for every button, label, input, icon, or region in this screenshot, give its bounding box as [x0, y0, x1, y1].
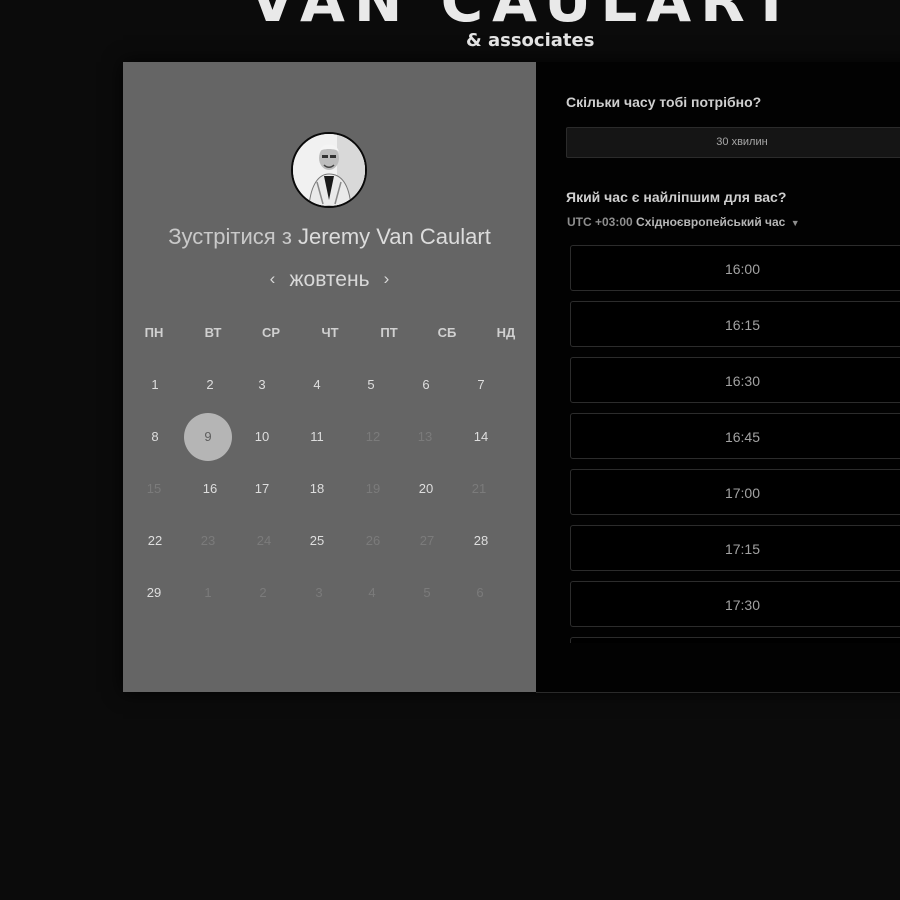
month-label: жовтень	[289, 268, 370, 291]
chevron-right-icon[interactable]: ›	[378, 269, 396, 289]
calendar-day-unavailable: 26	[365, 533, 381, 548]
calendar-day[interactable]: 3	[238, 361, 286, 409]
calendar-day[interactable]: 20	[402, 465, 450, 513]
calendar-day[interactable]: 10	[238, 413, 286, 461]
meeting-prefix: Зустрітися з	[168, 224, 292, 249]
calendar-day-unavailable: 21	[471, 481, 487, 496]
calendar-day[interactable]: 29	[130, 569, 178, 617]
time-question: Який час є найліпшим для вас?	[566, 189, 787, 205]
time-slot-button[interactable]: 16:00	[570, 245, 900, 291]
time-slot-list[interactable]: 16:00 16:15 16:30 16:45 17:00 17:15 17:3…	[570, 245, 900, 643]
calendar-day[interactable]: 25	[293, 517, 341, 565]
calendar-day-unavailable: 24	[256, 533, 272, 548]
weekday-label: НД	[496, 325, 516, 340]
calendar-day[interactable]: 18	[293, 465, 341, 513]
time-slot-button[interactable]: 16:30	[570, 357, 900, 403]
calendar-day-other-month: 3	[315, 585, 323, 600]
calendar-day[interactable]: 8	[131, 413, 179, 461]
calendar-day[interactable]: 17	[238, 465, 286, 513]
time-slot-button-partial[interactable]	[570, 637, 900, 643]
meeting-title: Зустрітися з Jeremy Van Caulart	[123, 224, 536, 250]
calendar-day[interactable]: 11	[293, 413, 341, 461]
month-navigation: ‹ жовтень ›	[123, 268, 536, 292]
host-name: Jeremy Van Caulart	[298, 224, 491, 249]
calendar-day-other-month: 6	[476, 585, 484, 600]
calendar-day[interactable]: 2	[186, 361, 234, 409]
time-slot-button[interactable]: 16:15	[570, 301, 900, 347]
calendar-panel: Зустрітися з Jeremy Van Caulart ‹ жовтень…	[123, 62, 536, 692]
weekday-label: ЧТ	[321, 325, 339, 340]
calendar-day-unavailable: 23	[200, 533, 216, 548]
weekday-label: ВТ	[204, 325, 222, 340]
calendar-day-unavailable: 27	[419, 533, 435, 548]
weekday-header: ПН ВТ СР ЧТ ПТ СБ НД	[123, 325, 536, 345]
calendar-day-unavailable: 13	[417, 429, 433, 444]
duration-question: Скільки часу тобі потрібно?	[566, 94, 762, 110]
calendar-day[interactable]: 14	[457, 413, 505, 461]
chevron-left-icon[interactable]: ‹	[263, 269, 281, 289]
calendar-day[interactable]: 22	[131, 517, 179, 565]
weekday-label: СР	[261, 325, 281, 340]
time-slot-button[interactable]: 17:30	[570, 581, 900, 627]
calendar-day-unavailable: 15	[146, 481, 162, 496]
timezone-offset: UTC +03:00	[567, 215, 633, 229]
scheduler-card: Зустрітися з Jeremy Van Caulart ‹ жовтень…	[123, 62, 900, 693]
calendar-day-selected[interactable]: 9	[184, 413, 232, 461]
timezone-select[interactable]: UTC +03:00 Східноєвропейський час ▼	[567, 215, 800, 229]
weekday-label: ПН	[144, 325, 164, 340]
calendar-day-other-month: 5	[423, 585, 431, 600]
time-slot-button[interactable]: 17:15	[570, 525, 900, 571]
calendar-day[interactable]: 5	[347, 361, 395, 409]
calendar-day[interactable]: 16	[186, 465, 234, 513]
weekday-label: СБ	[437, 325, 457, 340]
time-slot-button[interactable]: 17:00	[570, 469, 900, 515]
calendar-day-other-month: 2	[259, 585, 267, 600]
timezone-name: Східноєвропейський час	[636, 215, 786, 229]
calendar-day-other-month: 4	[368, 585, 376, 600]
calendar-day-other-month: 1	[204, 585, 212, 600]
booking-panel: Скільки часу тобі потрібно? 30 хвилин Як…	[536, 62, 900, 693]
calendar-day[interactable]: 1	[131, 361, 179, 409]
host-photo	[293, 134, 365, 206]
duration-select[interactable]: 30 хвилин	[566, 127, 900, 158]
calendar-day-unavailable: 19	[365, 481, 381, 496]
time-slot-button[interactable]: 16:45	[570, 413, 900, 459]
calendar-day[interactable]: 28	[457, 517, 505, 565]
host-avatar	[291, 132, 367, 208]
calendar-day[interactable]: 7	[457, 361, 505, 409]
booking-page: VAN CAULART & associates Зустрітися з Je…	[0, 0, 900, 900]
calendar-day-unavailable: 12	[365, 429, 381, 444]
caret-down-icon: ▼	[790, 218, 800, 228]
calendar-day[interactable]: 6	[402, 361, 450, 409]
brand-logo-subtitle: & associates	[466, 30, 595, 51]
weekday-label: ПТ	[380, 325, 398, 340]
calendar-day[interactable]: 4	[293, 361, 341, 409]
